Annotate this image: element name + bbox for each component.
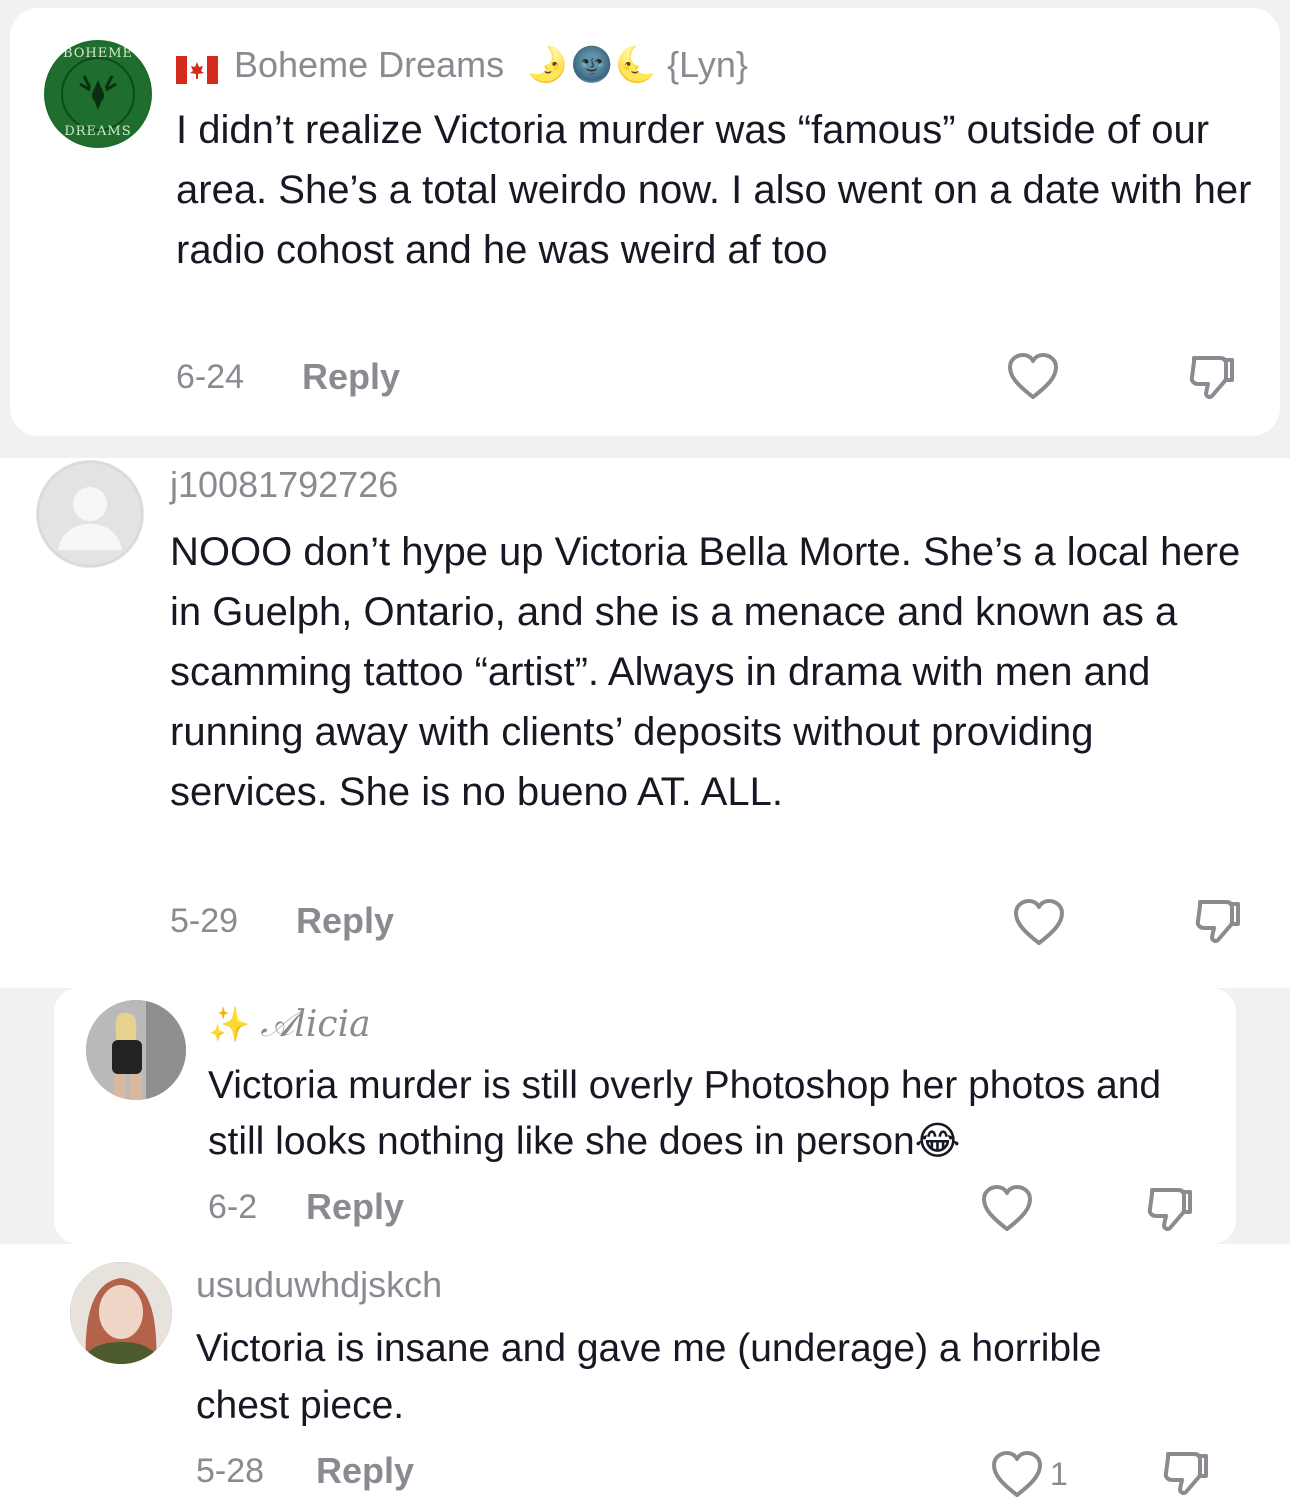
comment-username[interactable]: Boheme Dreams 🌛🌚🌜 {Lyn} [176, 40, 748, 90]
dislike-thumb-down-icon[interactable] [1144, 1184, 1196, 1236]
comment-date: 5-29 [170, 902, 239, 940]
comment-date: 6-2 [208, 1188, 258, 1226]
like-heart-icon[interactable] [1012, 898, 1066, 948]
default-avatar[interactable] [36, 460, 144, 568]
avatar[interactable] [70, 1262, 172, 1364]
comment-username[interactable]: ✨ 𝒜licia [208, 1000, 371, 1050]
user-photo [86, 1000, 186, 1100]
comment-username[interactable]: j10081792726 [170, 460, 398, 510]
like-count: 1 [1050, 1456, 1068, 1492]
reply-button[interactable]: Reply [306, 1186, 404, 1228]
moon-emojis: 🌛🌚🌜 [526, 45, 659, 85]
reply-button[interactable]: Reply [316, 1450, 414, 1492]
sparkles-icon: ✨ [208, 1006, 251, 1044]
username-suffix: {Lyn} [667, 44, 748, 85]
comment-date: 6-24 [176, 358, 245, 396]
avatar[interactable] [86, 1000, 186, 1100]
username-text: 𝒜licia [260, 1004, 371, 1045]
dislike-thumb-down-icon[interactable] [1186, 352, 1238, 404]
comment-text: Victoria murder is still overly Photosho… [208, 1064, 1162, 1163]
like-heart-icon[interactable] [990, 1450, 1044, 1500]
dislike-thumb-down-icon[interactable] [1160, 1448, 1212, 1500]
comment-text: Victoria is insane and gave me (underage… [196, 1327, 1102, 1427]
logo-text-top: BOHEME [62, 46, 134, 61]
logo-text-bottom: DREAMS [64, 124, 132, 139]
reply-button[interactable]: Reply [302, 356, 400, 398]
avatar[interactable]: BOHEME DREAMS [44, 40, 152, 148]
like-heart-icon[interactable] [980, 1184, 1034, 1234]
reply-button[interactable]: Reply [296, 900, 394, 942]
default-user-icon [37, 461, 143, 567]
first-quarter-moon-face-icon: 🌛 [526, 46, 571, 84]
comment-text: I didn’t realize Victoria murder was “fa… [176, 108, 1252, 272]
new-moon-face-icon: 🌚 [570, 46, 615, 84]
comment-date: 5-28 [196, 1452, 265, 1490]
last-quarter-moon-face-icon: 🌜 [614, 46, 660, 84]
canada-flag-icon [176, 51, 218, 84]
user-photo [70, 1262, 172, 1364]
dislike-thumb-down-icon[interactable] [1192, 896, 1244, 948]
comment-text: NOOO don’t hype up Victoria Bella Morte.… [170, 530, 1241, 814]
comment-username[interactable]: usuduwhdjskch [196, 1260, 442, 1310]
like-heart-icon[interactable] [1006, 352, 1060, 402]
username-text: Boheme Dreams [234, 44, 505, 85]
